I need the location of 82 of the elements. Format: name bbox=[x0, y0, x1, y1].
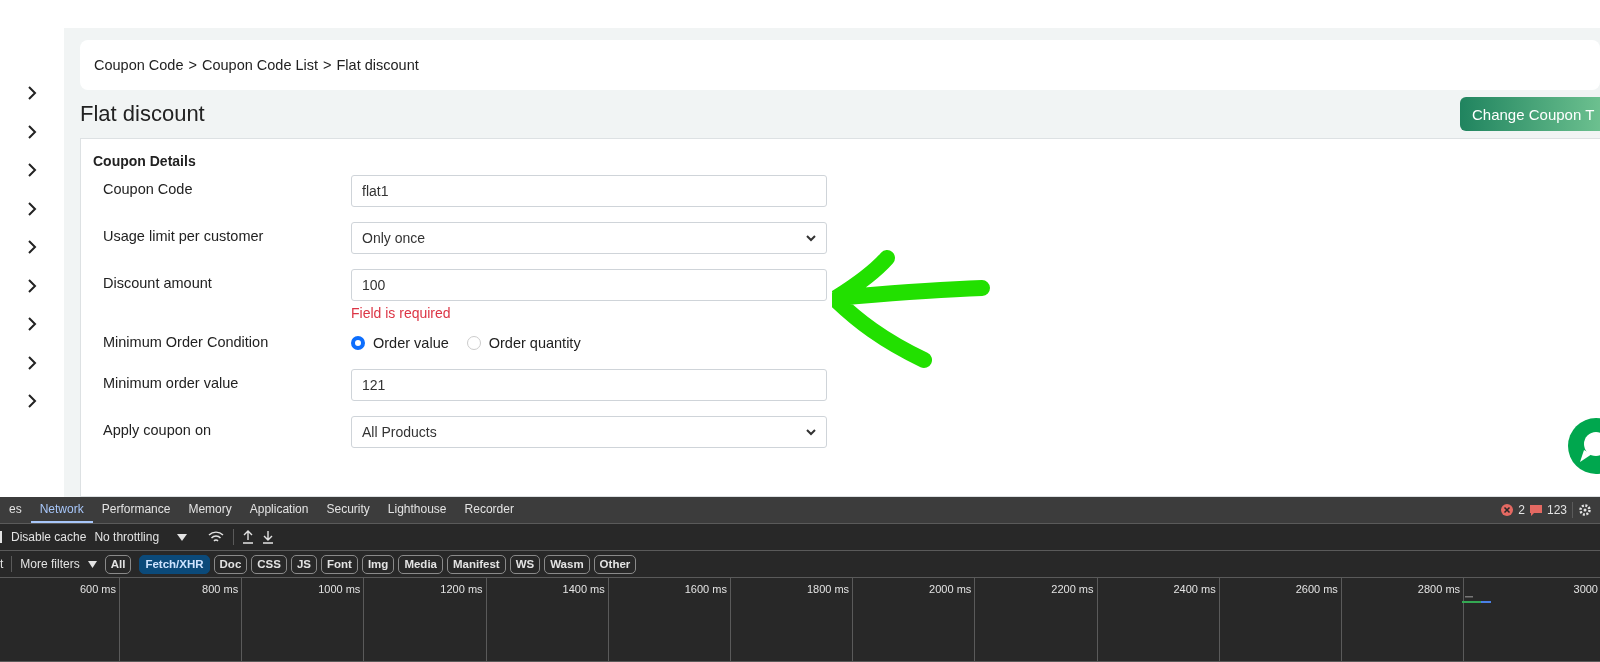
breadcrumb-link[interactable]: Flat discount bbox=[336, 57, 419, 73]
devtools-tab[interactable]: Lighthouse bbox=[378, 497, 456, 523]
issue-icon bbox=[1529, 504, 1542, 516]
radio-option[interactable]: Order value bbox=[351, 335, 449, 351]
timeline-tick-label: 1400 ms bbox=[562, 583, 605, 595]
timeline-tick-label: 2800 ms bbox=[1417, 583, 1461, 595]
disable-cache-label[interactable]: Disable cache bbox=[11, 530, 87, 544]
input-field[interactable]: 100 bbox=[351, 269, 827, 301]
timeline-tick-label: 2600 ms bbox=[1295, 583, 1338, 595]
input-field[interactable]: 121 bbox=[351, 369, 827, 401]
devtools-tab[interactable]: es bbox=[0, 497, 31, 523]
field-label: Apply coupon on bbox=[103, 421, 213, 440]
caret-icon bbox=[806, 428, 816, 436]
timeline-tick-label: 3000 bbox=[1573, 583, 1598, 595]
chevron-right-icon[interactable] bbox=[27, 317, 37, 331]
chevron-right-icon[interactable] bbox=[27, 201, 37, 216]
filter-chip[interactable]: JS bbox=[290, 554, 317, 574]
filter-chip[interactable]: Other bbox=[593, 554, 637, 574]
devtools-tab[interactable]: Network bbox=[30, 497, 93, 523]
settings-icon[interactable] bbox=[1578, 503, 1592, 517]
devtools-tab[interactable]: Security bbox=[317, 497, 379, 523]
filter-input[interactable]: t bbox=[0, 557, 4, 571]
breadcrumb-link[interactable]: Coupon Code List bbox=[201, 57, 319, 73]
devtools-tab[interactable]: Memory bbox=[179, 497, 241, 523]
timeline-tick-label: 1000 ms bbox=[318, 583, 361, 595]
dropdown-caret-icon[interactable] bbox=[177, 533, 188, 541]
chevron-right-icon[interactable] bbox=[27, 124, 37, 139]
breadcrumb-separator: > bbox=[188, 57, 197, 73]
chat-bubble-icon[interactable] bbox=[1566, 416, 1600, 476]
chevron-right-icon[interactable] bbox=[27, 355, 37, 370]
timeline-tick-label: 1200 ms bbox=[440, 583, 483, 595]
filter-chip[interactable]: Media bbox=[398, 554, 443, 574]
filter-chip[interactable]: Font bbox=[321, 554, 358, 574]
upload-icon[interactable] bbox=[242, 530, 255, 544]
network-conditions-icon[interactable] bbox=[207, 530, 226, 544]
chevron-right-icon[interactable] bbox=[27, 394, 37, 408]
filter-chip[interactable]: Img bbox=[361, 554, 395, 574]
field-label: Minimum order value bbox=[103, 374, 240, 393]
timeline-tick-label: 800 ms bbox=[202, 583, 239, 595]
error-message: Field is required bbox=[351, 305, 452, 321]
select-field[interactable]: Only once bbox=[351, 222, 827, 254]
chevron-right-icon[interactable] bbox=[27, 278, 37, 293]
page-title: Flat discount bbox=[80, 101, 205, 127]
devtools-tab[interactable]: Performance bbox=[92, 497, 180, 523]
timeline-tick-label: 1600 ms bbox=[684, 583, 727, 595]
request-bars-drawing bbox=[1462, 596, 1492, 604]
breadcrumb-link[interactable]: Coupon Code bbox=[94, 57, 184, 73]
field-label: Coupon Code bbox=[103, 180, 194, 199]
chevron-right-icon[interactable] bbox=[27, 163, 37, 177]
filter-chip[interactable]: Wasm bbox=[544, 554, 590, 574]
timeline-tick-label: 2400 ms bbox=[1173, 583, 1216, 595]
devtools-tab[interactable]: Application bbox=[240, 497, 318, 523]
error-count[interactable]: 2 bbox=[1518, 503, 1525, 517]
chevron-right-icon[interactable] bbox=[27, 86, 37, 100]
input-field[interactable]: flat1 bbox=[351, 175, 827, 207]
field-label: Usage limit per customer bbox=[103, 227, 265, 246]
radio-option[interactable]: Order quantity bbox=[466, 335, 581, 351]
breadcrumb-separator: > bbox=[323, 57, 332, 73]
error-icon bbox=[1501, 504, 1514, 516]
dropdown-caret-icon[interactable] bbox=[87, 560, 97, 568]
more-filters-button[interactable]: More filters bbox=[20, 557, 80, 571]
timeline-tick-label: 2000 ms bbox=[929, 583, 972, 595]
filter-chip[interactable]: WS bbox=[509, 554, 541, 574]
filter-chip[interactable]: CSS bbox=[251, 554, 287, 574]
timeline-tick-label: 2200 ms bbox=[1051, 583, 1094, 595]
download-icon[interactable] bbox=[262, 530, 275, 544]
chevron-right-icon[interactable] bbox=[27, 240, 37, 254]
checkbox-icon[interactable] bbox=[0, 531, 3, 543]
field-label: Discount amount bbox=[103, 274, 213, 293]
filter-chip[interactable]: Doc bbox=[213, 554, 248, 574]
select-field[interactable]: All Products bbox=[351, 416, 827, 448]
filter-chip[interactable]: Manifest bbox=[446, 554, 506, 574]
issue-count[interactable]: 123 bbox=[1546, 503, 1567, 517]
throttling-select[interactable]: No throttling bbox=[94, 530, 160, 544]
timeline-tick-label: 600 ms bbox=[79, 583, 116, 595]
timeline-tick-label: 1800 ms bbox=[806, 583, 850, 595]
caret-icon bbox=[806, 234, 816, 242]
field-label: Minimum Order Condition bbox=[103, 333, 270, 352]
devtools-tab[interactable]: Recorder bbox=[455, 497, 523, 523]
section-title: Coupon Details bbox=[93, 153, 197, 169]
filter-chip[interactable]: Fetch/XHR bbox=[139, 554, 210, 574]
filter-chip[interactable]: All bbox=[104, 554, 132, 574]
